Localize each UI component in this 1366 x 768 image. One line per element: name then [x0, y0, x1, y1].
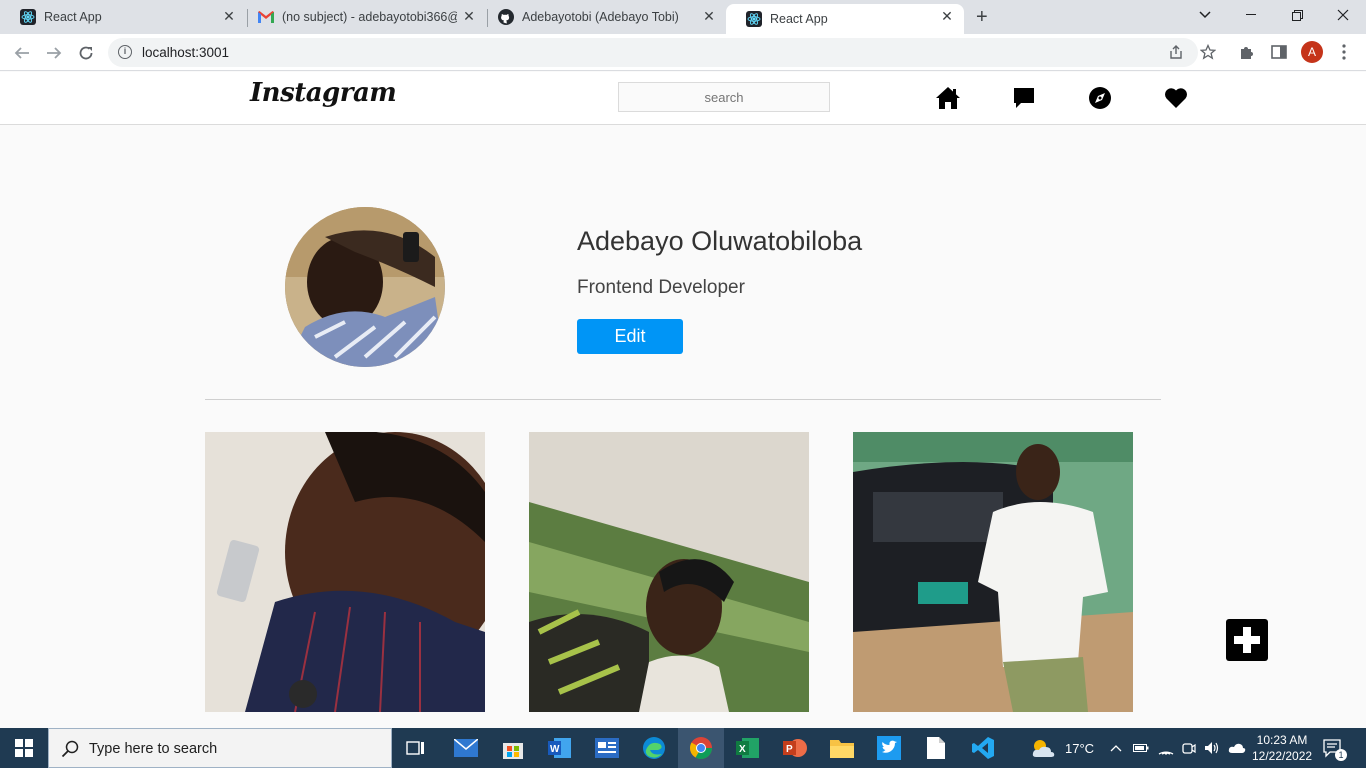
profile-name: Adebayo Oluwatobiloba	[577, 226, 863, 256]
react-icon	[20, 9, 36, 25]
taskbar-search-box[interactable]: Type here to search	[48, 728, 392, 768]
react-icon	[746, 11, 762, 27]
reload-icon[interactable]	[75, 42, 97, 64]
chat-icon[interactable]	[1011, 85, 1037, 111]
close-tab-icon[interactable]: ✕	[702, 9, 716, 23]
excel-app-icon[interactable]: X	[725, 728, 771, 768]
home-icon[interactable]	[935, 85, 961, 111]
close-tab-icon[interactable]: ✕	[462, 9, 476, 23]
plus-icon	[1234, 627, 1260, 653]
file-app-icon[interactable]	[913, 728, 959, 768]
post-image[interactable]	[205, 432, 485, 712]
volume-icon[interactable]	[1204, 728, 1220, 768]
tab-title: React App	[770, 12, 828, 26]
search-icon	[61, 740, 79, 758]
profile-avatar[interactable]	[285, 207, 445, 367]
task-view-icon[interactable]	[393, 728, 439, 768]
back-arrow-icon[interactable]	[11, 42, 33, 64]
system-clock[interactable]: 10:23 AM 12/22/2022	[1252, 732, 1312, 764]
tab-title: React App	[44, 10, 102, 24]
os-taskbar: Type here to search W X P 17°C 10:23 AM …	[0, 728, 1366, 768]
wifi-icon[interactable]	[1158, 728, 1174, 768]
browser-toolbar: i localhost:3001	[0, 34, 1366, 71]
file-explorer-icon[interactable]	[819, 728, 865, 768]
forward-arrow-icon[interactable]	[43, 42, 65, 64]
post-image[interactable]	[853, 432, 1133, 712]
site-info-icon[interactable]: i	[118, 45, 132, 59]
restore-icon[interactable]	[1274, 0, 1320, 30]
gmail-icon	[258, 9, 274, 25]
tab-gmail[interactable]: (no subject) - adebayotobi366@g ✕	[238, 0, 486, 34]
close-window-icon[interactable]	[1320, 0, 1366, 30]
weather-widget[interactable]: 17°C	[1030, 728, 1094, 768]
edit-profile-button[interactable]: Edit	[577, 319, 683, 354]
profile-bio: Frontend Developer	[577, 277, 745, 298]
vscode-app-icon[interactable]	[960, 728, 1006, 768]
heart-icon[interactable]	[1163, 85, 1189, 111]
tab-title: (no subject) - adebayotobi366@g	[282, 10, 457, 24]
twitter-app-icon[interactable]	[866, 728, 912, 768]
github-icon	[498, 9, 514, 25]
side-panel-icon[interactable]	[1270, 43, 1288, 61]
bookmark-star-icon[interactable]	[1199, 43, 1217, 61]
search-input[interactable]	[618, 82, 830, 112]
news-app-icon[interactable]	[584, 728, 630, 768]
url-text: localhost:3001	[142, 45, 230, 60]
powerpoint-app-icon[interactable]: P	[772, 728, 818, 768]
tab-react-app-1[interactable]: React App ✕	[0, 0, 246, 34]
tab-react-app-active[interactable]: React App ✕	[726, 4, 964, 34]
onedrive-cloud-icon[interactable]	[1228, 728, 1246, 768]
extensions-puzzle-icon[interactable]	[1238, 43, 1256, 61]
word-app-icon[interactable]: W	[537, 728, 583, 768]
profile-avatar-chip[interactable]: A	[1301, 41, 1323, 63]
battery-icon[interactable]	[1133, 728, 1149, 768]
app-logo[interactable]: Instagram	[250, 78, 397, 108]
chrome-app-icon[interactable]	[678, 728, 724, 768]
new-tab-icon[interactable]: +	[976, 6, 988, 29]
svg-text:P: P	[786, 744, 793, 755]
more-menu-icon[interactable]	[1335, 43, 1353, 61]
store-app-icon[interactable]	[490, 728, 536, 768]
meet-now-icon[interactable]	[1182, 728, 1196, 768]
address-bar[interactable]: i localhost:3001	[108, 38, 1198, 67]
taskbar-search-text: Type here to search	[89, 741, 218, 757]
tab-title: Adebayotobi (Adebayo Tobi)	[522, 10, 679, 24]
windows-start-icon[interactable]	[0, 728, 48, 768]
browser-tab-strip: React App ✕ (no subject) - adebayotobi36…	[0, 0, 1366, 34]
clock-date: 12/22/2022	[1252, 749, 1313, 763]
weather-temp: 17°C	[1065, 740, 1095, 756]
compass-icon[interactable]	[1087, 85, 1113, 111]
edge-app-icon[interactable]	[631, 728, 677, 768]
notifications-icon[interactable]: 1	[1322, 728, 1347, 768]
tab-github[interactable]: Adebayotobi (Adebayo Tobi) ✕	[478, 0, 726, 34]
close-tab-icon[interactable]: ✕	[940, 9, 954, 23]
add-post-button[interactable]	[1226, 619, 1268, 661]
tab-search-chevron-icon[interactable]	[1182, 0, 1228, 30]
profile-divider	[205, 399, 1161, 400]
minimize-icon[interactable]	[1228, 0, 1274, 30]
post-image[interactable]	[529, 432, 809, 712]
svg-text:W: W	[550, 744, 560, 755]
close-tab-icon[interactable]: ✕	[222, 9, 236, 23]
mail-app-icon[interactable]	[443, 728, 489, 768]
svg-text:X: X	[739, 744, 746, 755]
clock-time: 10:23 AM	[1256, 733, 1308, 747]
app-header: Instagram	[0, 72, 1366, 125]
tray-chevron-icon[interactable]	[1110, 728, 1122, 768]
weather-icon	[1032, 740, 1055, 757]
notification-count-badge: 1	[1335, 749, 1347, 761]
share-icon[interactable]	[1167, 43, 1185, 61]
